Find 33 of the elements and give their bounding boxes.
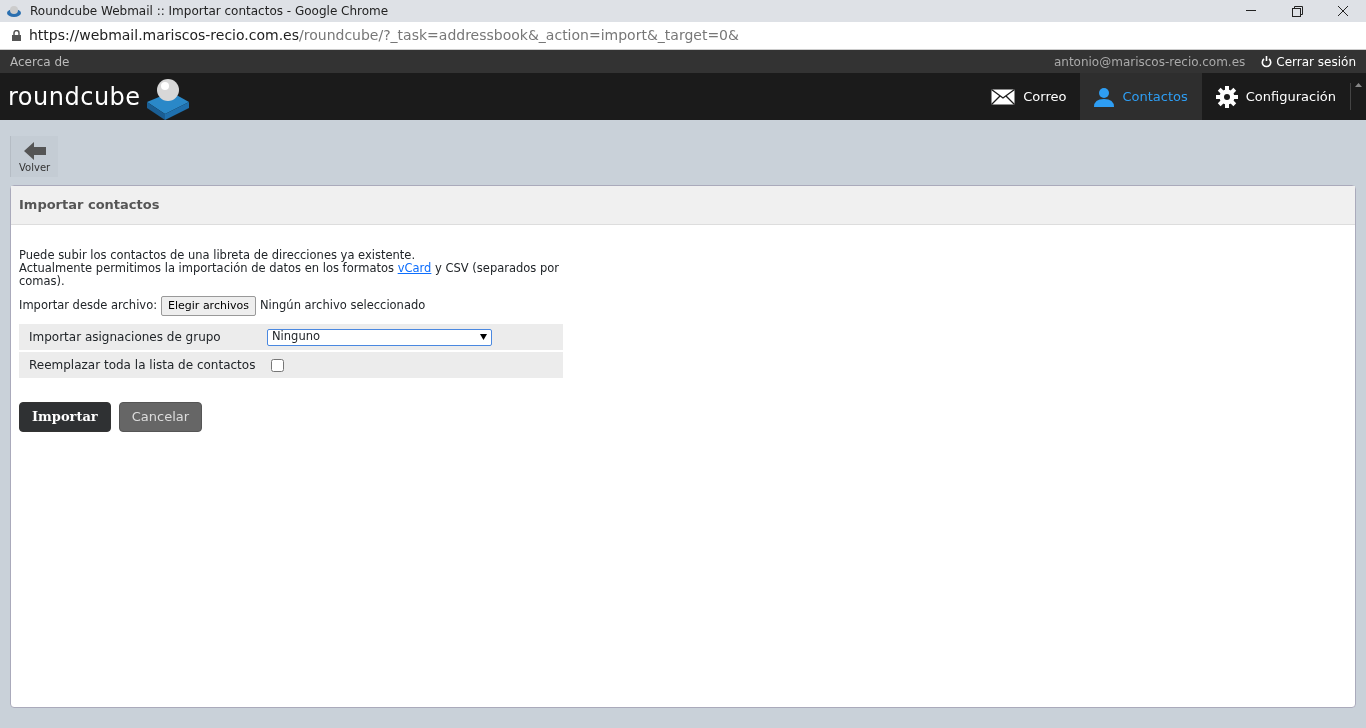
cancel-button[interactable]: Cancelar xyxy=(118,402,203,432)
intro-text: Puede subir los contactos de una libreta de direcciones ya existente. xyxy=(19,247,416,262)
file-label: Importar desde archivo: xyxy=(19,297,158,315)
formats-text: Actualmente permitimos la importación de datos en los formatos vCard y CSV (separados por comas). xyxy=(19,260,560,288)
replace-checkbox[interactable] xyxy=(271,358,284,372)
lock-icon xyxy=(12,30,21,41)
person-icon xyxy=(1094,86,1115,107)
envelope-icon xyxy=(991,88,1016,105)
user-email: antonio@mariscos-recio.com.es xyxy=(1053,53,1246,71)
logout-link[interactable]: Cerrar sesión xyxy=(1261,52,1356,71)
power-icon xyxy=(1261,55,1273,68)
about-link[interactable]: Acerca de xyxy=(10,52,70,71)
nav-tab[interactable]: Configuración xyxy=(1201,73,1350,120)
collapse-icon[interactable] xyxy=(1355,83,1362,87)
dropdown-arrow-icon xyxy=(480,334,487,340)
panel-title: Importar contactos xyxy=(11,186,1355,225)
close-icon[interactable] xyxy=(1338,6,1348,16)
option-label: Importar asignaciones de grupo xyxy=(29,329,222,346)
import-button[interactable]: Importar xyxy=(19,402,111,432)
file-status: Ningún archivo seleccionado xyxy=(259,297,426,315)
restore-icon[interactable] xyxy=(1291,5,1303,17)
logo-text: roundcube xyxy=(8,81,141,113)
window-title: Roundcube Webmail :: Importar contactos - Google Chrome xyxy=(30,3,390,20)
minimize-icon[interactable] xyxy=(1246,10,1256,12)
back-arrow-icon xyxy=(23,142,46,160)
vcard-link[interactable]: vCard xyxy=(397,260,432,275)
nav-tab[interactable]: Correo xyxy=(977,73,1081,120)
back-button[interactable]: Volver xyxy=(10,136,59,177)
option-label: Reemplazar toda la lista de contactos xyxy=(29,357,257,374)
nav-tab[interactable]: Contactos xyxy=(1080,73,1202,120)
choose-files-button[interactable]: Elegir archivos xyxy=(161,295,256,316)
app-icon xyxy=(6,4,22,18)
group-select[interactable]: Ninguno xyxy=(267,328,492,346)
